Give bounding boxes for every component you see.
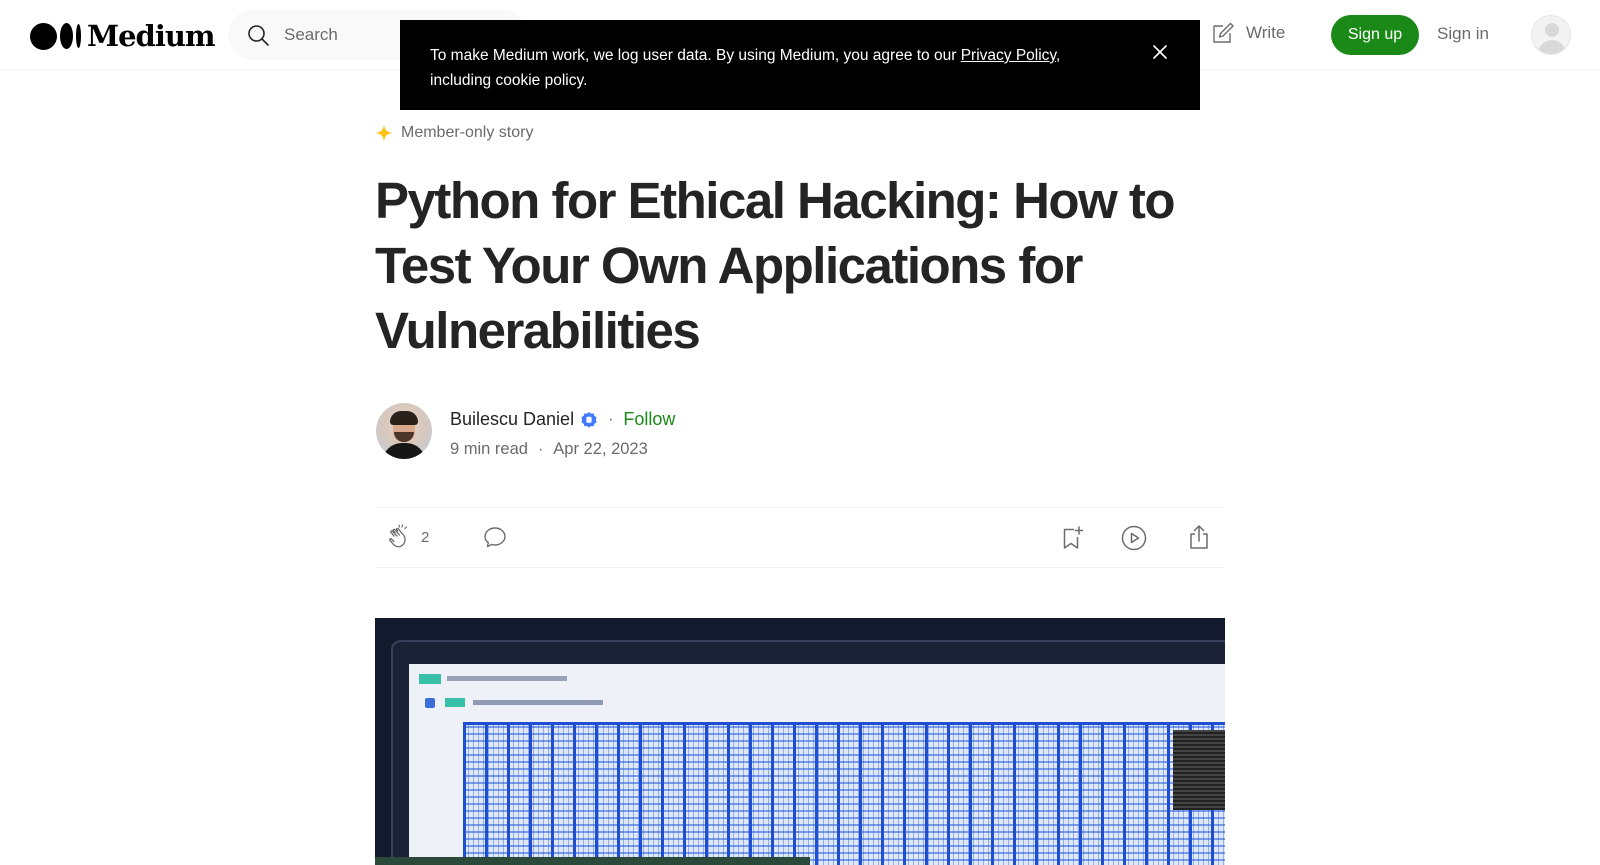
sign-up-button[interactable]: Sign up bbox=[1331, 15, 1419, 55]
clap-icon bbox=[389, 524, 408, 548]
medium-logo-mark bbox=[30, 22, 81, 50]
cookie-text-part1: To make Medium work, we log user data. B… bbox=[430, 47, 961, 64]
article-action-bar: 2 bbox=[375, 507, 1225, 568]
keyboard-edge bbox=[375, 857, 810, 865]
privacy-policy-link[interactable]: Privacy Policy bbox=[961, 47, 1056, 64]
article-hero-image bbox=[375, 618, 1225, 865]
author-line: Builescu Daniel · Follow bbox=[450, 409, 675, 430]
article-title: Python for Ethical Hacking: How to Test … bbox=[375, 172, 1176, 359]
search-icon bbox=[248, 25, 269, 46]
comment-icon[interactable] bbox=[482, 525, 508, 551]
close-icon[interactable] bbox=[1150, 42, 1170, 62]
write-label: Write bbox=[1246, 23, 1286, 42]
meta-separator: · bbox=[537, 440, 544, 458]
user-avatar-icon[interactable] bbox=[1531, 15, 1571, 55]
write-link[interactable]: Write bbox=[1210, 20, 1285, 46]
member-only-text: Member-only story bbox=[401, 124, 534, 141]
medium-logo[interactable]: Medium bbox=[30, 19, 216, 53]
sign-in-link[interactable]: Sign in bbox=[1437, 24, 1489, 44]
publish-date: Apr 22, 2023 bbox=[553, 440, 648, 458]
article-meta: 9 min read · Apr 22, 2023 bbox=[450, 440, 648, 459]
cookie-banner-text: To make Medium work, we log user data. B… bbox=[430, 43, 1090, 93]
cookie-banner: To make Medium work, we log user data. B… bbox=[400, 20, 1200, 110]
bookmark-add-icon[interactable] bbox=[1059, 525, 1085, 551]
write-icon bbox=[1213, 22, 1234, 43]
share-icon[interactable] bbox=[1186, 524, 1212, 550]
author-avatar[interactable] bbox=[376, 403, 432, 459]
play-icon[interactable] bbox=[1121, 525, 1147, 551]
follow-button[interactable]: Follow bbox=[623, 409, 675, 430]
read-time: 9 min read bbox=[450, 440, 528, 458]
star-icon bbox=[375, 124, 393, 142]
clap-count: 2 bbox=[421, 528, 430, 546]
code-grid-graphic bbox=[463, 722, 1225, 865]
verified-icon bbox=[580, 411, 598, 429]
clap-button[interactable]: 2 bbox=[387, 524, 429, 550]
member-only-label: Member-only story bbox=[375, 124, 533, 142]
author-separator: · bbox=[608, 410, 614, 428]
medium-logo-text: Medium bbox=[87, 19, 216, 53]
author-name[interactable]: Builescu Daniel bbox=[450, 409, 574, 430]
